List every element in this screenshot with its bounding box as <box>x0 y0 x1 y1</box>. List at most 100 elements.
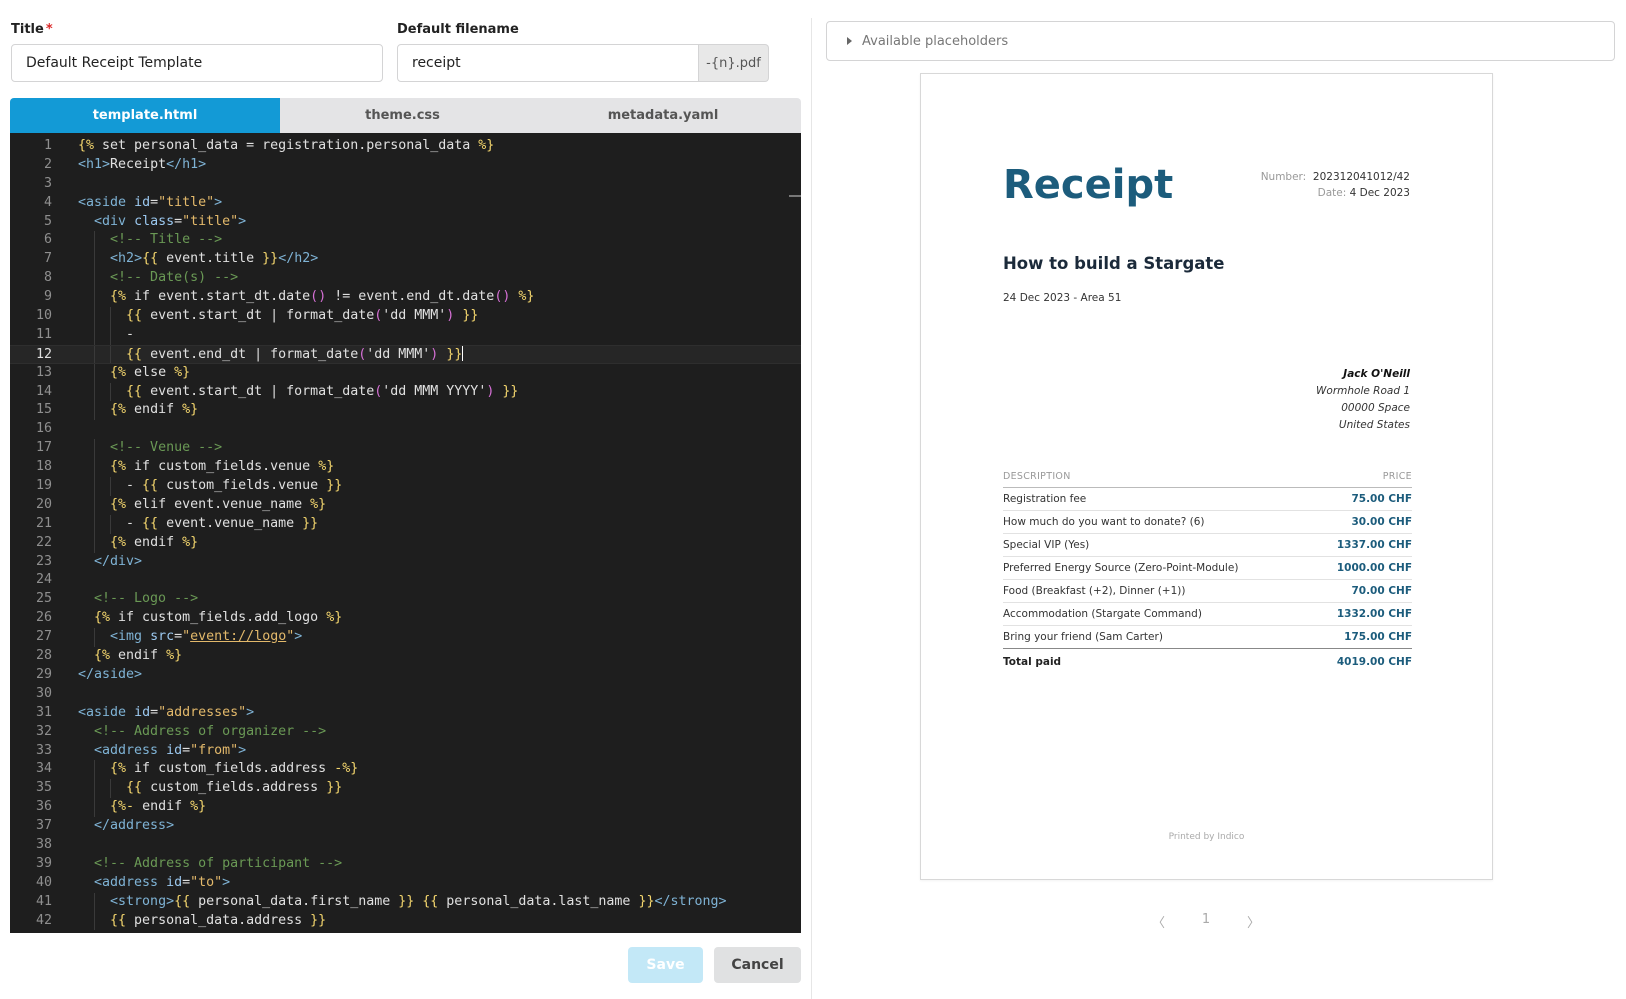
code-line[interactable]: 3 <box>10 175 801 194</box>
title-label: Title * <box>11 22 53 37</box>
code-line[interactable]: 35 {{ custom_fields.address }} <box>10 779 801 799</box>
code-line[interactable]: 30 <box>10 685 801 704</box>
preview-panel: Available placeholders Receipt Number: 2… <box>812 0 1626 999</box>
code-line[interactable]: 16 <box>10 420 801 439</box>
code-line[interactable]: 15 {% endif %} <box>10 401 801 421</box>
code-text: {%- endif %} <box>110 799 207 815</box>
code-line[interactable]: 36 {%- endif %} <box>10 798 801 818</box>
line-number: 35 <box>35 780 52 796</box>
tab-metadata-yaml[interactable]: metadata.yaml <box>525 98 801 133</box>
item-description: Preferred Energy Source (Zero-Point-Modu… <box>1003 562 1239 574</box>
code-line[interactable]: 6 <!-- Title --> <box>10 231 801 251</box>
line-number: 31 <box>35 704 52 720</box>
printed-by-footer: Printed by Indico <box>1168 832 1245 842</box>
code-line[interactable]: 25 <!-- Logo --> <box>10 590 801 609</box>
cancel-button[interactable]: Cancel <box>714 947 801 983</box>
code-editor[interactable]: 1 {% set personal_data = registration.per… <box>10 133 801 933</box>
line-number: 34 <box>35 761 52 777</box>
item-description: Registration fee <box>1003 493 1087 505</box>
code-line[interactable]: 23 </div> <box>10 553 801 572</box>
code-line[interactable]: 11 - <box>10 325 801 345</box>
code-line[interactable]: 39 <!-- Address of participant --> <box>10 855 801 874</box>
page-number: 1 <box>1201 912 1211 927</box>
filename-input[interactable]: receipt <box>397 44 699 82</box>
code-line[interactable]: 21 - {{ event.venue_name }} <box>10 514 801 534</box>
code-line[interactable]: 4 <aside id="title"> <box>10 194 801 213</box>
receipt-meta: Number: 202312041012/42 Date: 4 Dec 2023 <box>1261 169 1410 201</box>
code-text: <address id="to"> <box>94 874 231 890</box>
code-text: {% set personal_data = registration.pers… <box>78 138 495 153</box>
code-line[interactable]: 34 {% if custom_fields.address -%} <box>10 760 801 780</box>
item-price: 70.00 CHF <box>1351 585 1412 597</box>
title-input[interactable]: Default Receipt Template <box>11 44 383 82</box>
code-line[interactable]: 29 </aside> <box>10 666 801 685</box>
code-text: {{ event.start_dt | format_date('dd MMM … <box>126 383 519 399</box>
code-line[interactable]: 28 {% endif %} <box>10 647 801 666</box>
total-label: Total paid <box>1003 656 1062 668</box>
code-line[interactable]: 18 {% if custom_fields.venue %} <box>10 458 801 478</box>
code-line[interactable]: 13 {% else %} <box>10 363 801 383</box>
code-line[interactable]: 20 {% elif event.venue_name %} <box>10 495 801 515</box>
code-line[interactable]: 27 <img src="event://logo"> <box>10 628 801 648</box>
code-line[interactable]: 31 <aside id="addresses"> <box>10 704 801 723</box>
save-button[interactable]: Save <box>628 947 703 983</box>
tab-theme-css[interactable]: theme.css <box>280 98 525 133</box>
item-price: 30.00 CHF <box>1351 516 1412 528</box>
available-placeholders-toggle[interactable]: Available placeholders <box>826 21 1615 61</box>
code-text: <aside id="addresses"> <box>78 704 255 720</box>
code-text: <!-- Address of participant --> <box>94 855 343 871</box>
code-line[interactable]: 41 <strong>{{ personal_data.first_name }… <box>10 892 801 912</box>
event-title: How to build a Stargate <box>1003 254 1225 273</box>
code-text: - {{ custom_fields.venue }} <box>78 478 343 494</box>
line-number: 23 <box>35 553 52 569</box>
line-number: 17 <box>35 440 52 456</box>
code-line[interactable]: 40 <address id="to"> <box>10 874 801 893</box>
code-text: <aside id="title"> <box>78 194 223 210</box>
code-line[interactable]: 26 {% if custom_fields.add_logo %} <box>10 609 801 628</box>
line-number: 7 <box>43 251 52 267</box>
prev-page-button[interactable]: 〈 <box>1152 912 1165 931</box>
code-line[interactable]: 19 - {{ custom_fields.venue }} <box>10 477 801 496</box>
line-number: 12 <box>35 346 52 362</box>
code-text: - {{ event.venue_name }} <box>78 515 319 531</box>
code-line[interactable]: 33 <address id="from"> <box>10 742 801 761</box>
code-text: - <box>78 326 135 342</box>
preview-pager: 〈 1 〉 <box>1152 912 1260 931</box>
code-line[interactable]: 2 <h1>Receipt</h1> <box>10 156 801 175</box>
code-line[interactable]: 17 <!-- Venue --> <box>10 439 801 459</box>
code-line[interactable]: 38 <box>10 836 801 855</box>
code-line[interactable]: 14 {{ event.start_dt | format_date('dd M… <box>10 382 801 402</box>
code-line[interactable]: 37 </address> <box>10 817 801 836</box>
line-number: 27 <box>35 629 52 645</box>
code-line[interactable]: 22 {% endif %} <box>10 533 801 553</box>
line-number: 5 <box>43 213 52 229</box>
date-label: Date: <box>1317 187 1347 199</box>
filename-suffix: -{n}.pdf <box>699 44 769 82</box>
code-line[interactable]: 9 {% if event.start_dt.date() != event.e… <box>10 288 801 308</box>
next-page-button[interactable]: 〉 <box>1247 912 1260 931</box>
code-line[interactable]: 10 {{ event.start_dt | format_date('dd M… <box>10 307 801 326</box>
line-number: 29 <box>35 666 52 682</box>
item-price: 1332.00 CHF <box>1336 608 1412 620</box>
filename-label: Default filename <box>397 22 519 37</box>
item-price: 75.00 CHF <box>1351 493 1412 505</box>
code-line[interactable]: 12 {{ event.end_dt | format_date('dd MMM… <box>10 344 801 364</box>
address-line: Wormhole Road 1 <box>1316 385 1410 397</box>
code-line[interactable]: 5 <div class="title"> <box>10 213 801 232</box>
caret-right-icon <box>847 37 852 45</box>
line-number: 39 <box>35 855 52 871</box>
line-number: 3 <box>43 175 52 191</box>
line-number: 21 <box>35 515 52 531</box>
code-line[interactable]: 7 <h2>{{ event.title }}</h2> <box>10 250 801 270</box>
code-line[interactable]: 8 <!-- Date(s) --> <box>10 269 801 289</box>
tab-template-html[interactable]: template.html <box>10 98 280 133</box>
code-line[interactable]: 32 <!-- Address of organizer --> <box>10 723 801 742</box>
code-line[interactable]: 42 {{ personal_data.address }} <box>10 911 801 931</box>
template-editor-panel: Title * Default Receipt Template Default … <box>0 0 811 999</box>
code-text: </div> <box>94 553 143 569</box>
receipt-heading: Receipt <box>1003 162 1174 208</box>
code-line[interactable]: 24 <box>10 571 801 590</box>
code-line[interactable]: 1 {% set personal_data = registration.per… <box>10 137 801 156</box>
table-row: Preferred Energy Source (Zero-Point-Modu… <box>1003 557 1412 580</box>
line-number: 38 <box>35 836 52 852</box>
